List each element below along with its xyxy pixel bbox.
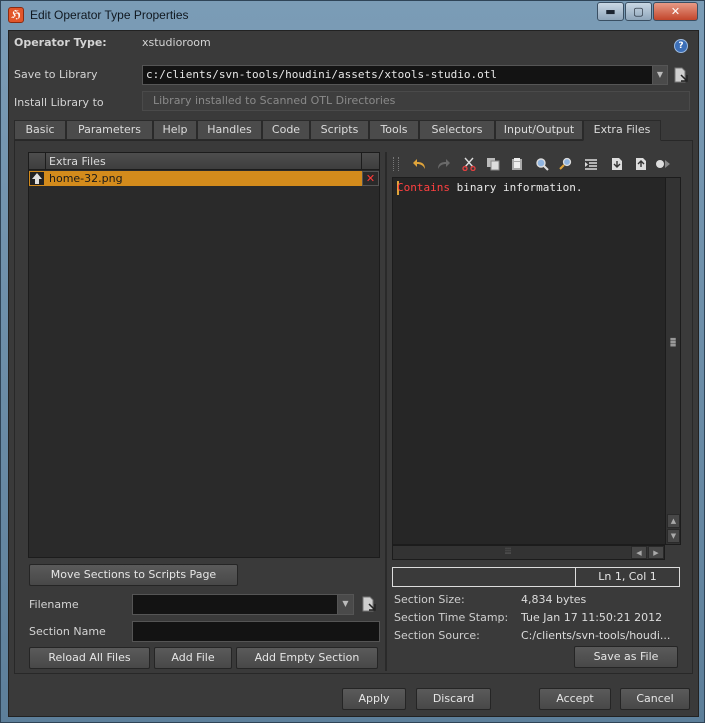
operator-type-value: xstudioroom <box>142 36 211 49</box>
copy-icon[interactable] <box>486 157 500 171</box>
toolbar-grip[interactable] <box>393 157 399 171</box>
tab-scripts[interactable]: Scripts <box>310 120 369 140</box>
section-size-value: 4,834 bytes <box>521 593 587 606</box>
text-token: binary information. <box>449 181 583 194</box>
save-to-library-field[interactable]: c:/clients/svn-tools/houdini/assets/xtoo… <box>142 65 653 85</box>
keyword-token: Contains <box>397 181 450 194</box>
list-header: Extra Files <box>29 153 379 170</box>
add-file-button[interactable]: Add File <box>154 647 232 669</box>
tab-help[interactable]: Help <box>153 120 197 140</box>
tab-basic[interactable]: Basic <box>14 120 66 140</box>
add-empty-section-button[interactable]: Add Empty Section <box>236 647 378 669</box>
window-title: Edit Operator Type Properties <box>30 8 189 22</box>
cut-icon[interactable] <box>462 157 476 172</box>
discard-button[interactable]: Discard <box>416 688 491 710</box>
tab-selectors[interactable]: Selectors <box>419 120 495 140</box>
extra-files-column-header[interactable]: Extra Files <box>49 155 106 168</box>
minimize-button[interactable]: ▬ <box>597 2 624 21</box>
editor-content: Contains binary information. <box>397 181 582 194</box>
section-name-field[interactable] <box>132 621 380 642</box>
paste-icon[interactable] <box>510 157 524 171</box>
more-tools-icon[interactable] <box>656 157 670 171</box>
section-size-label: Section Size: <box>394 593 465 606</box>
cursor-position: Ln 1, Col 1 <box>575 567 680 587</box>
vertical-scrollbar[interactable]: ▬ ▬ ▬ ▲ ▼ <box>665 178 680 544</box>
horizontal-scrollbar[interactable]: ⦙⦙⦙ ◀ ▶ <box>392 545 665 560</box>
section-source-label: Section Source: <box>394 629 480 642</box>
splitter[interactable] <box>385 152 387 671</box>
redo-icon[interactable] <box>436 157 450 171</box>
section-source-value: C:/clients/svn-tools/houdi... <box>521 629 671 642</box>
file-chooser-icon[interactable] <box>362 596 376 612</box>
move-sections-button[interactable]: Move Sections to Scripts Page <box>29 564 238 586</box>
dialog-window: ℌ Edit Operator Type Properties ▬ ▢ ✕ Op… <box>0 0 705 723</box>
import-file-icon[interactable] <box>610 157 624 171</box>
install-library-field[interactable]: Library installed to Scanned OTL Directo… <box>142 91 690 111</box>
scroll-up-button[interactable]: ▲ <box>667 514 680 528</box>
undo-icon[interactable] <box>413 157 427 171</box>
cancel-button[interactable]: Cancel <box>620 688 690 710</box>
scroll-grip-icon[interactable]: ▬ ▬ ▬ <box>668 336 678 349</box>
tab-handles[interactable]: Handles <box>197 120 262 140</box>
extra-files-list[interactable]: Extra Files home-32.png ✕ <box>28 152 380 558</box>
accept-button[interactable]: Accept <box>539 688 611 710</box>
tab-tools[interactable]: Tools <box>369 120 419 140</box>
find-replace-icon[interactable] <box>559 157 573 171</box>
chevron-down-icon[interactable]: ▼ <box>337 594 354 615</box>
section-time-label: Section Time Stamp: <box>394 611 509 624</box>
maximize-button[interactable]: ▢ <box>625 2 652 21</box>
scroll-right-button[interactable]: ▶ <box>648 546 664 559</box>
filename-label: Filename <box>29 598 79 611</box>
find-icon[interactable] <box>535 157 549 171</box>
chevron-down-icon[interactable]: ▼ <box>652 65 668 85</box>
scroll-down-button[interactable]: ▼ <box>667 529 680 543</box>
editor-toolbar <box>392 153 681 175</box>
indent-icon[interactable] <box>584 157 598 171</box>
title-bar[interactable]: ℌ Edit Operator Type Properties ▬ ▢ ✕ <box>1 1 704 29</box>
list-item[interactable]: home-32.png ✕ <box>29 171 379 186</box>
help-icon[interactable]: ? <box>674 39 688 53</box>
section-time-value: Tue Jan 17 11:50:21 2012 <box>521 611 663 624</box>
editor-status-message <box>392 567 576 587</box>
delete-icon[interactable]: ✕ <box>362 171 379 186</box>
install-library-label: Install Library to <box>14 96 104 109</box>
houdini-app-icon: ℌ <box>8 7 24 23</box>
scroll-grip-icon[interactable]: ⦙⦙⦙ <box>505 548 519 558</box>
tab-input-output[interactable]: Input/Output <box>495 120 583 140</box>
operator-type-label: Operator Type: <box>14 36 107 49</box>
save-as-file-button[interactable]: Save as File <box>574 646 678 668</box>
section-name-label: Section Name <box>29 625 106 638</box>
file-chooser-icon[interactable] <box>674 67 688 83</box>
list-item-name: home-32.png <box>49 172 123 185</box>
tab-parameters[interactable]: Parameters <box>66 120 153 140</box>
save-to-library-label: Save to Library <box>14 68 98 81</box>
filename-field[interactable] <box>132 594 338 615</box>
tab-code[interactable]: Code <box>262 120 310 140</box>
export-file-icon[interactable] <box>634 157 648 171</box>
close-button[interactable]: ✕ <box>653 2 698 21</box>
code-editor[interactable]: Contains binary information. <box>392 177 681 545</box>
reload-all-files-button[interactable]: Reload All Files <box>29 647 150 669</box>
move-up-icon[interactable] <box>30 172 44 185</box>
apply-button[interactable]: Apply <box>342 688 406 710</box>
scroll-left-button[interactable]: ◀ <box>631 546 647 559</box>
tab-extra-files[interactable]: Extra Files <box>583 120 661 141</box>
